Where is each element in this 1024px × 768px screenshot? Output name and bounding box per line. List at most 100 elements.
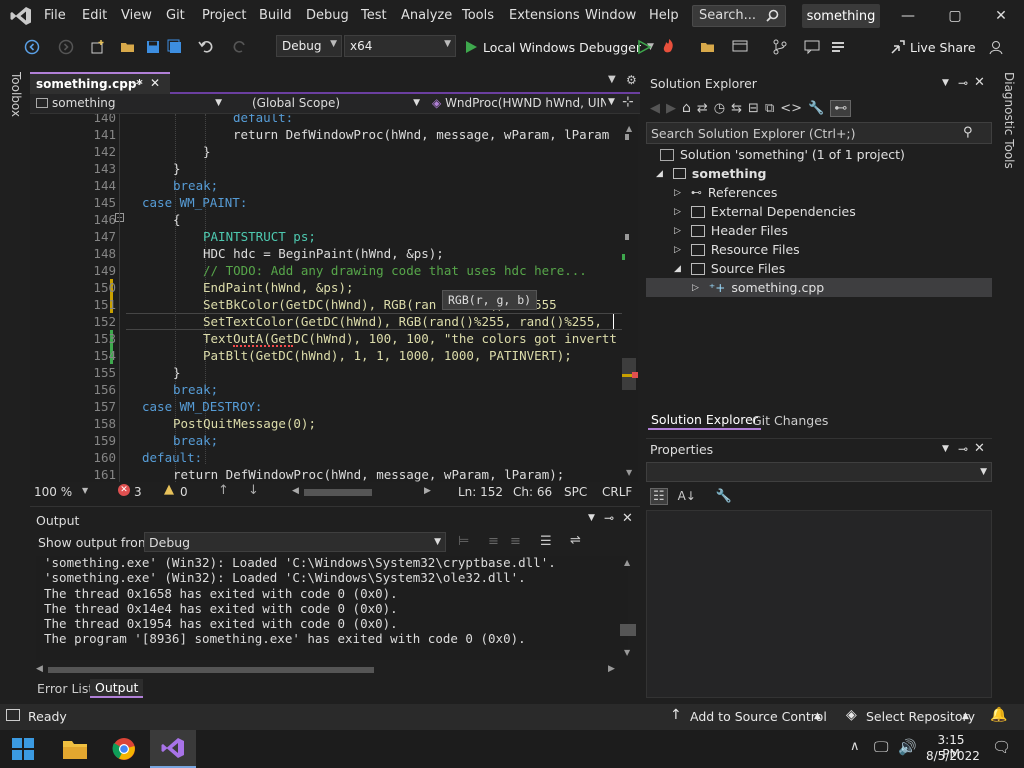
open-in-explorer-icon[interactable] [700,39,716,55]
feedback-icon[interactable] [988,39,1004,55]
close-tab-icon[interactable]: ✕ [150,76,160,90]
output-text-area[interactable]: 'something.exe' (Win32): Loaded 'C:\Wind… [36,556,628,660]
menu-analyze[interactable]: Analyze [401,8,452,23]
visual-studio-taskbar-button[interactable] [150,730,196,768]
toolbox-tab[interactable]: Toolbox [9,72,23,117]
tree-external-dependencies[interactable]: ▷ External Dependencies [674,202,856,221]
open-folder-icon[interactable] [120,39,136,55]
maximize-button[interactable]: ▢ [945,6,965,26]
property-pages-icon[interactable]: 🔧 [716,489,732,504]
scroll-up-icon[interactable]: ▲ [624,558,630,567]
close-pane-icon[interactable]: ✕ [622,511,633,526]
undo-icon[interactable] [198,38,214,54]
scroll-thumb[interactable] [620,624,636,636]
home-icon[interactable]: ⌂ [682,100,691,116]
scroll-up-icon[interactable]: ▲ [626,124,632,133]
menu-extensions[interactable]: Extensions [509,8,580,23]
scroll-down-icon[interactable]: ▼ [626,468,632,477]
scroll-left-icon[interactable]: ◀ [292,486,299,496]
categorized-icon[interactable]: ☷ [650,487,668,505]
start-without-debugging-icon[interactable] [636,39,652,55]
close-pane-icon[interactable]: ✕ [974,75,985,90]
live-share-button[interactable]: Live Share [890,39,976,55]
previous-issue-icon[interactable]: ↑ [218,483,229,498]
minimize-button[interactable]: — [898,6,918,26]
comment-icon[interactable] [804,39,820,55]
solution-platform-dropdown[interactable]: x64 ▼ [344,35,456,57]
scroll-down-icon[interactable]: ▼ [624,648,630,657]
menu-file[interactable]: File [44,8,66,23]
menu-debug[interactable]: Debug [306,8,349,23]
windows-start-icon[interactable] [12,738,34,760]
split-editor-icon[interactable]: ⊹ [622,94,634,110]
notifications-bell-icon[interactable]: 🔔 [990,707,1007,723]
tree-file-something-cpp[interactable]: ▷ ⁺+ something.cpp [692,278,824,297]
tree-source-files[interactable]: ◢ Source Files [674,259,785,278]
chevron-down-icon[interactable]: ▼ [942,444,949,454]
git-branch-icon[interactable] [772,39,788,55]
file-explorer-icon[interactable] [62,738,88,760]
align-icon[interactable]: ≡ [488,534,499,549]
back-icon[interactable]: ◀ [650,101,660,116]
menu-project[interactable]: Project [202,8,246,23]
action-center-icon[interactable]: 🗨 [992,738,1011,756]
chevron-down-icon[interactable]: ▼ [608,97,615,107]
scroll-right-icon[interactable]: ▶ [424,486,431,496]
warning-count[interactable]: 0 [180,485,188,499]
tab-list-dropdown-icon[interactable]: ▼ [608,74,616,85]
tab-solution-explorer[interactable]: Solution Explorer [648,411,761,430]
output-source-dropdown[interactable]: Debug ▼ [144,532,446,552]
error-count[interactable]: 3 [134,485,142,499]
show-all-files-icon[interactable]: ⧉ [765,101,774,116]
new-project-icon[interactable] [90,39,106,55]
redo-icon[interactable] [232,38,248,54]
clock-date[interactable]: 8/5/2022 [926,749,980,763]
network-icon[interactable]: 🖵 [874,738,888,756]
next-issue-icon[interactable]: ↓ [248,483,259,498]
code-view-icon[interactable]: <> [780,101,802,116]
menu-tools[interactable]: Tools [462,8,494,23]
settings-gear-icon[interactable]: ⚙ [626,73,637,87]
solution-search-input[interactable]: Search Solution Explorer (Ctrl+;) ⚲ [646,122,992,144]
word-wrap-icon[interactable]: ⇌ [570,533,581,548]
forward-icon[interactable] [58,39,74,55]
menu-test[interactable]: Test [361,8,387,23]
horizontal-scroll-thumb[interactable] [304,489,372,496]
close-window-button[interactable]: ✕ [991,6,1011,26]
align-left-icon[interactable]: ⊨ [458,534,469,549]
output-horizontal-scrollbar[interactable]: ◀ ▶ [36,664,620,676]
chrome-icon[interactable] [112,737,136,761]
scroll-left-icon[interactable]: ◀ [36,664,43,674]
output-vertical-scrollbar[interactable]: ▲ ▼ [620,556,636,660]
pin-icon[interactable]: ⊸ [132,77,141,90]
collapse-all-icon[interactable]: ⊟ [748,101,759,116]
history-icon[interactable]: ◷ [714,101,725,116]
member-dropdown[interactable]: ◈ WndProc(HWND hWnd, UINT [428,95,606,113]
zoom-level[interactable]: 100 % [34,485,72,499]
save-all-icon[interactable] [167,39,183,55]
menu-git[interactable]: Git [166,8,185,23]
properties-wrench-icon[interactable]: 🔧 [808,101,824,116]
tree-project[interactable]: ◢ something [656,164,766,183]
tree-header-files[interactable]: ▷ Header Files [674,221,788,240]
tab-something-cpp[interactable]: something.cpp* ⊸ ✕ [30,72,170,94]
solution-configuration-dropdown[interactable]: Debug ▼ [276,35,342,57]
hot-reload-icon[interactable] [660,37,678,55]
select-repository[interactable]: Select Repository [866,709,975,724]
menu-help[interactable]: Help [649,8,679,23]
menu-view[interactable]: View [121,8,152,23]
align-icon[interactable]: ≡ [510,534,521,549]
close-pane-icon[interactable]: ✕ [974,441,985,456]
layout-icon[interactable] [732,39,748,55]
add-to-source-control[interactable]: Add to Source Control [690,709,827,724]
column-indicator[interactable]: Ch: 66 [513,485,552,499]
chevron-down-icon[interactable]: ▼ [588,513,595,523]
scroll-thumb[interactable] [48,667,374,673]
sync-icon[interactable]: ⇆ [731,101,742,116]
code-editor[interactable]: − 140 141 142 143 144 145 146 147 148 14… [30,114,638,482]
switch-views-icon[interactable]: ⇄ [697,101,708,116]
properties-object-dropdown[interactable]: ▼ [646,462,992,482]
menu-build[interactable]: Build [259,8,292,23]
scroll-right-icon[interactable]: ▶ [608,664,615,674]
tab-git-changes[interactable]: Git Changes [752,413,828,428]
